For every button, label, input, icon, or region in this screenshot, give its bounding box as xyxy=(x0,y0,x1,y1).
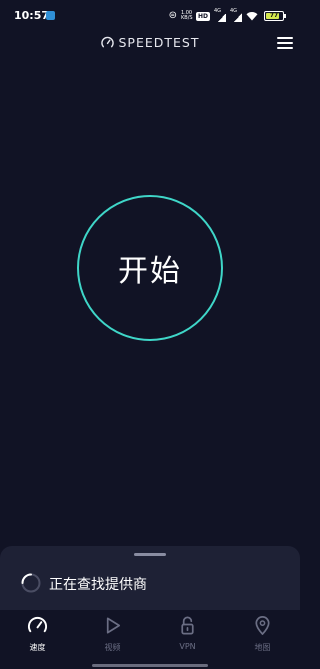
nav-label-map: 地图 xyxy=(254,643,271,652)
nav-item-vpn[interactable]: VPN xyxy=(150,610,225,655)
nav-item-map[interactable]: 地图 xyxy=(225,610,300,655)
speedtest-logo-icon xyxy=(100,36,114,48)
menu-button[interactable] xyxy=(277,37,293,50)
hd-badge: HD xyxy=(195,11,210,21)
nav-label-speed: 速度 xyxy=(29,643,46,652)
app-logo: SPEEDTEST xyxy=(0,35,300,50)
speedtest-screen: 10:57 ⊜ 1.00 KB/S HD 4G 4G 77 SPEEDTEST … xyxy=(0,0,300,669)
menu-bar-bottom xyxy=(277,47,293,49)
signal-1-bars xyxy=(218,13,226,22)
status-bar: 10:57 ⊜ 1.00 KB/S HD 4G 4G 77 xyxy=(0,0,300,32)
nav-item-video[interactable]: 视频 xyxy=(75,610,150,655)
play-icon xyxy=(106,617,121,634)
speedometer-icon xyxy=(27,616,48,633)
wifi-icon xyxy=(246,12,258,21)
nav-label-vpn: VPN xyxy=(179,642,196,651)
provider-sheet[interactable]: 正在查找提供商 xyxy=(0,546,300,616)
status-icons: ⊜ 1.00 KB/S HD 4G 4G 77 xyxy=(168,8,286,23)
home-indicator[interactable] xyxy=(92,664,208,667)
net-speed: 1.00 KB/S xyxy=(180,11,193,21)
app-title: SPEEDTEST xyxy=(118,35,200,50)
lock-icon xyxy=(181,616,194,635)
menu-bar-middle xyxy=(277,42,293,44)
notification-icon xyxy=(46,11,55,20)
bottom-nav: 速度 视频 VPN 地图 xyxy=(0,610,300,655)
battery-cap xyxy=(284,14,286,18)
signal-2-bars xyxy=(234,13,242,22)
net-speed-unit: KB/S xyxy=(180,15,193,21)
battery-level: 77 xyxy=(269,12,279,19)
map-pin-icon xyxy=(255,616,270,635)
vibrate-icon: ⊜ xyxy=(168,10,177,21)
menu-bar-top xyxy=(277,37,293,39)
loading-spinner-icon xyxy=(21,573,41,593)
status-time: 10:57 xyxy=(14,9,50,22)
nav-label-video: 视频 xyxy=(104,643,121,652)
battery-icon: 77 xyxy=(264,11,286,21)
signal-icon-1: 4G xyxy=(214,8,226,22)
sheet-drag-handle[interactable] xyxy=(134,553,166,556)
start-test-button[interactable]: 开始 xyxy=(77,195,223,341)
signal-icon-2: 4G xyxy=(230,8,242,22)
nav-item-speed[interactable]: 速度 xyxy=(0,610,75,655)
provider-status-text: 正在查找提供商 xyxy=(49,577,147,593)
start-test-label: 开始 xyxy=(118,254,182,289)
app-header: SPEEDTEST xyxy=(0,32,300,56)
